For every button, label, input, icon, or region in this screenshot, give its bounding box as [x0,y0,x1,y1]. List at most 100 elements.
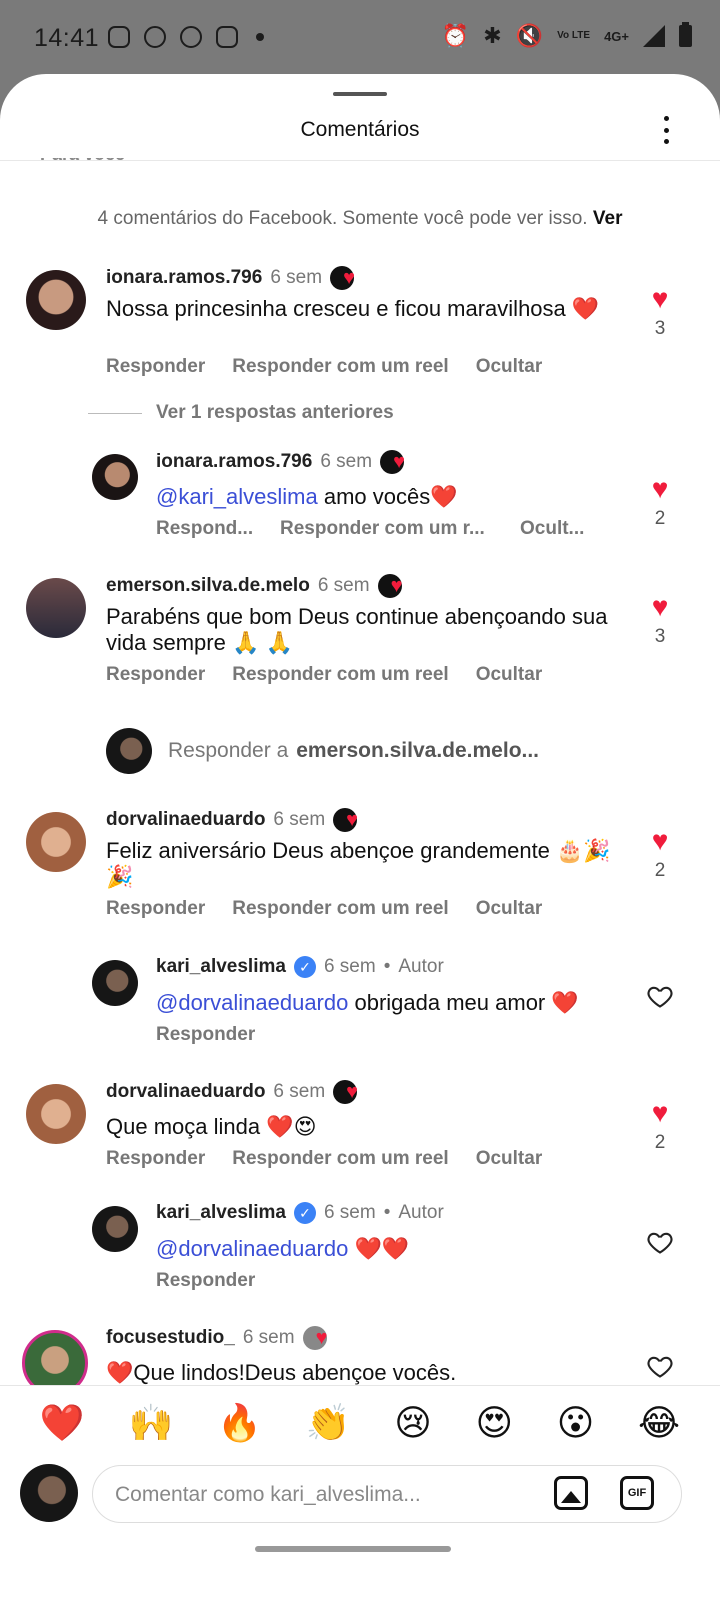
comment-time: 6 sem [242,1327,295,1348]
emoji-surprised-button[interactable]: 😮 [557,1402,595,1444]
comment-time: 6 sem [320,451,373,472]
status-bar: 14:41 ⏰ ✱ 🔇 Vo LTE 4G+ [0,0,720,80]
more-notifications-icon [256,33,264,41]
emoji-raised-hands-button[interactable]: 🙌 [128,1402,173,1444]
reply-with-reel-button[interactable]: Responder com um reel [232,356,448,378]
comment-time: 6 sem [317,575,370,596]
drag-handle[interactable] [333,92,387,96]
comment-text: @dorvalinaeduardo ❤️❤️ [156,1236,410,1261]
reply-input-prompt[interactable]: Responder a emerson.silva.de.melo... [106,728,539,774]
signal-icon [643,25,665,47]
reply-button[interactable]: Responder [106,898,205,920]
author-liked-badge: ♥ [333,808,367,832]
more-options-button[interactable] [656,112,676,148]
comment-username[interactable]: dorvalinaeduardo [106,809,265,831]
comment-username[interactable]: ionara.ramos.796 [106,267,262,289]
reply-button[interactable]: Responder [106,1148,205,1170]
comments-sheet: Comentários Para você 4 comentários do F… [0,74,720,1600]
avatar [20,1464,78,1522]
reply-with-reel-button[interactable]: Responder com um r... [280,518,520,540]
comment-username[interactable]: emerson.silva.de.melo [106,575,310,597]
battery-icon [679,22,692,47]
comment-input-row: Comentar como kari_alveslima... GIF [0,1460,720,1558]
mention-link[interactable]: @kari_alveslima [156,484,318,509]
home-indicator[interactable] [255,1546,451,1552]
see-facebook-comments-link[interactable]: Ver [593,208,623,229]
like-heart-outline-icon[interactable] [646,982,674,1010]
avatar[interactable] [92,1206,138,1252]
comment-input[interactable]: Comentar como kari_alveslima... [92,1465,682,1523]
emoji-heart-button[interactable]: ❤️ [40,1402,85,1444]
comment-username[interactable]: ionara.ramos.796 [156,451,312,473]
avatar[interactable] [26,812,86,872]
hide-button[interactable]: Ocultar [476,356,543,378]
hide-button[interactable]: Ocultar [476,664,543,686]
emoji-clap-button[interactable]: 👏 [306,1402,351,1444]
reply-button[interactable]: Responder [106,664,205,686]
emoji-heart-eyes-button[interactable]: 😍 [475,1402,513,1444]
reply-with-reel-button[interactable]: Responder com um reel [232,898,448,920]
avatar[interactable] [26,578,86,638]
sheet-title: Comentários [300,118,420,141]
verified-badge-icon: ✓ [293,956,316,978]
author-liked-badge: ♥ [302,1326,337,1350]
reply-button[interactable]: Responder [156,1024,255,1046]
emoji-fire-button[interactable]: 🔥 [217,1402,262,1444]
comment-username[interactable]: dorvalinaeduardo [106,1081,265,1103]
like-count: 2 [654,1132,666,1153]
reply-button[interactable]: Responder [106,356,205,378]
comment-username[interactable]: kari_alveslima [156,956,286,978]
reply-button[interactable]: Responder [156,1270,255,1292]
avatar[interactable] [26,270,86,330]
author-liked-badge: ♥ [380,450,414,474]
like-heart-outline-icon[interactable] [646,1352,674,1380]
like-heart-icon[interactable]: ♥ [640,1098,680,1128]
like-heart-icon[interactable]: ♥ [640,474,680,504]
hide-button[interactable]: Ocultar [476,1148,543,1170]
comment-time: 6 sem [273,809,326,830]
mention-link[interactable]: @dorvalinaeduardo [156,1236,348,1261]
image-icon[interactable] [554,1476,588,1510]
hide-button[interactable]: Ocultar [476,898,543,920]
like-heart-icon[interactable]: ♥ [640,826,680,856]
comment-username[interactable]: kari_alveslima [156,1202,286,1224]
like-count: 2 [654,860,666,881]
emoji-laughing-button[interactable]: 😂 [638,1402,680,1444]
hide-button[interactable]: Ocult... [520,518,600,540]
comment-text: @kari_alveslima amo vocês❤️ [156,484,458,509]
author-liked-badge: ♥ [330,266,364,290]
network-type: 4G+ [604,28,629,44]
verified-badge-icon: ✓ [293,1202,316,1224]
emoji-sad-button[interactable]: 😢 [394,1402,432,1444]
reply-button[interactable]: Respond... [156,518,280,540]
avatar[interactable] [26,1084,86,1144]
comment-time: 6 sem [323,1202,376,1223]
like-heart-icon[interactable]: ♥ [640,284,680,314]
gif-button[interactable]: GIF [620,1476,654,1510]
avatar [106,728,152,774]
like-count: 2 [654,508,666,529]
reply-with-reel-button[interactable]: Responder com um reel [232,1148,448,1170]
alarm-icon: ⏰ [441,23,470,48]
header-divider [0,160,720,161]
comment-username[interactable]: focusestudio_ [106,1327,235,1349]
avatar[interactable] [92,960,138,1006]
like-heart-icon[interactable]: ♥ [640,592,680,622]
comment-text: Nossa princesinha cresceu e ficou maravi… [106,296,600,321]
comment-text: ❤️Que lindos!Deus abençoe vocês. [106,1360,457,1385]
mute-icon: 🔇 [515,23,544,48]
instagram-icon [108,26,130,48]
facebook-comments-notice: 4 comentários do Facebook. Somente você … [97,208,623,229]
bluetooth-icon: ✱ [483,23,502,48]
comment-time: 6 sem [273,1081,326,1102]
mention-link[interactable]: @dorvalinaeduardo [156,990,348,1015]
sort-filter-label[interactable]: Para você [40,158,125,165]
like-heart-outline-icon[interactable] [646,1228,674,1256]
avatar[interactable] [92,454,138,500]
chat-icon [144,26,166,48]
author-label: Autor [398,1202,444,1223]
reply-with-reel-button[interactable]: Responder com um reel [232,664,448,686]
instagram-icon [216,26,238,48]
comment-text: Que moça linda ❤️😍 [106,1114,317,1139]
view-previous-replies[interactable]: Ver 1 respostas anteriores [88,402,394,424]
